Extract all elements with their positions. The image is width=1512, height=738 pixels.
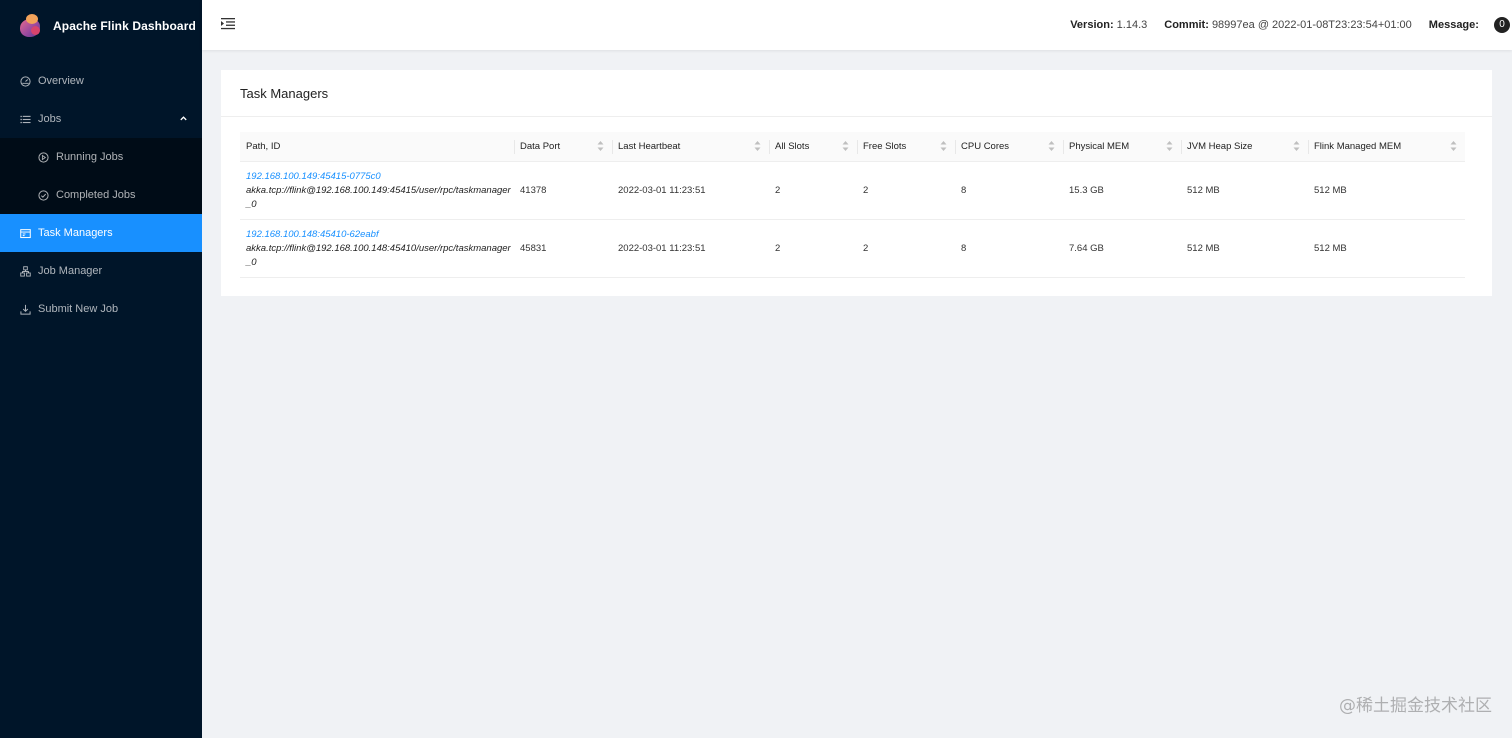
taskmanager-path: akka.tcp://flink@192.168.100.148:45410/u…	[246, 243, 511, 268]
brand[interactable]: Apache Flink Dashboard	[0, 0, 202, 52]
commit-info: Commit: 98997ea @ 2022-01-08T23:23:54+01…	[1164, 19, 1412, 31]
column-label: All Slots	[775, 140, 810, 152]
physical-mem-cell: 15.3 GB	[1063, 161, 1181, 220]
sidebar-item-submit-new-job[interactable]: Submit New Job	[0, 290, 202, 328]
upload-icon	[19, 303, 31, 315]
sidebar-item-label: Task Managers	[38, 227, 113, 239]
column-header[interactable]: Free Slots	[857, 132, 955, 162]
jobs-submenu: Running Jobs Completed Jobs	[0, 138, 202, 214]
data-port-cell: 45831	[514, 219, 612, 278]
column-header[interactable]: Path, ID	[240, 132, 514, 162]
cpu-cores-cell: 8	[955, 219, 1063, 278]
column-header[interactable]: All Slots	[769, 132, 857, 162]
flink-logo-icon	[18, 13, 44, 39]
column-header[interactable]: CPU Cores	[955, 132, 1063, 162]
column-label: Flink Managed MEM	[1314, 140, 1402, 152]
column-label: Path, ID	[246, 140, 281, 152]
sort-icon[interactable]	[1166, 140, 1173, 152]
version-info: Version: 1.14.3	[1070, 19, 1147, 31]
column-label: Last Heartbeat	[618, 140, 681, 152]
column-label: JVM Heap Size	[1187, 140, 1253, 152]
managed-mem-cell: 512 MB	[1308, 219, 1465, 278]
last-heartbeat-cell: 2022-03-01 11:23:51	[612, 161, 769, 220]
version-label: Version:	[1070, 19, 1114, 31]
sort-icon[interactable]	[1293, 140, 1300, 152]
top-header: Version: 1.14.3 Commit: 98997ea @ 2022-0…	[202, 0, 1512, 50]
column-label: Data Port	[520, 140, 561, 152]
table-row[interactable]: 192.168.100.148:45410-62eabf akka.tcp://…	[240, 219, 1465, 278]
managed-mem-cell: 512 MB	[1308, 161, 1465, 220]
column-header[interactable]: Flink Managed MEM	[1308, 132, 1465, 162]
card-divider	[221, 116, 1492, 117]
message-label: Message:	[1428, 18, 1479, 31]
commit-value: 98997ea @ 2022-01-08T23:23:54+01:00	[1211, 19, 1412, 31]
free-slots-cell: 2	[857, 161, 955, 220]
table-header-row: Path, ID Data Port Last Heartbeat All Sl…	[240, 132, 1465, 162]
cpu-cores-cell: 8	[955, 161, 1063, 220]
message-count-badge[interactable]: 0	[1494, 17, 1510, 33]
taskmanager-path: akka.tcp://flink@192.168.100.149:45415/u…	[246, 185, 511, 210]
column-header[interactable]: Physical MEM	[1063, 132, 1181, 162]
sort-icon[interactable]	[597, 140, 604, 152]
jvm-heap-cell: 512 MB	[1181, 219, 1308, 278]
sidebar-item-completed-jobs[interactable]: Completed Jobs	[0, 176, 202, 214]
column-header[interactable]: Data Port	[514, 132, 612, 162]
table-row[interactable]: 192.168.100.149:45415-0775c0 akka.tcp://…	[240, 161, 1465, 220]
taskmanager-id-link[interactable]: 192.168.100.149:45415-0775c0	[246, 170, 514, 184]
sidebar-item-label: Jobs	[38, 113, 62, 125]
commit-label: Commit:	[1164, 19, 1209, 31]
sidebar-item-task-managers[interactable]: Task Managers	[0, 214, 202, 252]
column-header[interactable]: JVM Heap Size	[1181, 132, 1308, 162]
free-slots-cell: 2	[857, 219, 955, 278]
message-info[interactable]: Message: 0	[1429, 17, 1510, 33]
all-slots-cell: 2	[769, 219, 857, 278]
taskmanager-id-link[interactable]: 192.168.100.148:45410-62eabf	[246, 228, 514, 242]
play-circle-icon	[37, 151, 49, 163]
sidebar-item-jobs[interactable]: Jobs	[0, 100, 202, 138]
version-value: 1.14.3	[1116, 19, 1148, 31]
sort-icon[interactable]	[842, 140, 849, 152]
dashboard-icon	[19, 75, 31, 87]
chevron-up-icon	[179, 114, 188, 126]
header-info: Version: 1.14.3 Commit: 98997ea @ 2022-0…	[1070, 0, 1512, 50]
sidebar-item-running-jobs[interactable]: Running Jobs	[0, 138, 202, 176]
column-label: Free Slots	[863, 140, 907, 152]
sidebar-item-job-manager[interactable]: Job Manager	[0, 252, 202, 290]
column-header[interactable]: Last Heartbeat	[612, 132, 769, 162]
column-label: CPU Cores	[961, 140, 1010, 152]
schedule-icon	[19, 227, 31, 239]
brand-title: Apache Flink Dashboard	[53, 19, 196, 33]
all-slots-cell: 2	[769, 161, 857, 220]
watermark: @稀土掘金技术社区	[1339, 696, 1492, 716]
sort-icon[interactable]	[754, 140, 761, 152]
card-title: Task Managers	[240, 86, 329, 101]
sidebar-menu: Overview Jobs Running Jobs Completed Job…	[0, 62, 202, 328]
sidebar-item-label: Job Manager	[38, 265, 103, 277]
jvm-heap-cell: 512 MB	[1181, 161, 1308, 220]
menu-fold-icon[interactable]	[221, 17, 235, 30]
column-label: Physical MEM	[1069, 140, 1130, 152]
physical-mem-cell: 7.64 GB	[1063, 219, 1181, 278]
path-id-cell: 192.168.100.149:45415-0775c0 akka.tcp://…	[240, 161, 514, 220]
data-port-cell: 41378	[514, 161, 612, 220]
list-icon	[19, 113, 31, 125]
last-heartbeat-cell: 2022-03-01 11:23:51	[612, 219, 769, 278]
task-managers-card: Task Managers Path, ID Data Port Last He…	[221, 70, 1492, 296]
path-id-cell: 192.168.100.148:45410-62eabf akka.tcp://…	[240, 219, 514, 278]
sidebar-item-label: Completed Jobs	[56, 189, 136, 201]
task-managers-table: Path, ID Data Port Last Heartbeat All Sl…	[240, 132, 1465, 278]
sidebar-item-label: Running Jobs	[56, 151, 124, 163]
sidebar-item-label: Overview	[38, 75, 84, 87]
sort-icon[interactable]	[1450, 140, 1457, 152]
cluster-icon	[19, 265, 31, 277]
sidebar-item-label: Submit New Job	[38, 303, 119, 315]
sidebar: Apache Flink Dashboard Overview Jobs Run…	[0, 0, 202, 738]
sort-icon[interactable]	[1048, 140, 1055, 152]
sidebar-item-overview[interactable]: Overview	[0, 62, 202, 100]
check-circle-icon	[37, 189, 49, 201]
sort-icon[interactable]	[940, 140, 947, 152]
